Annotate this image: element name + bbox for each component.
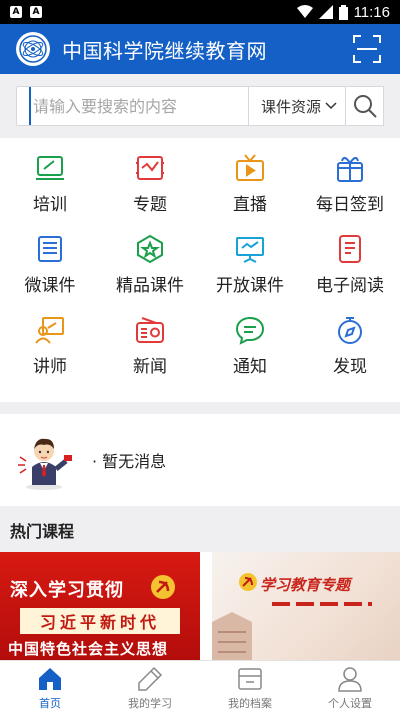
grid-item-lecturer[interactable]: 讲师 bbox=[0, 314, 100, 395]
tab-label: 我的档案 bbox=[228, 696, 272, 710]
course-card-1-line1: 深入学习贯彻 bbox=[10, 580, 124, 601]
course-card-2-title: 学习教育专题 bbox=[260, 576, 351, 594]
home-icon bbox=[39, 667, 61, 690]
grid-item-news[interactable]: 新闻 bbox=[100, 314, 200, 395]
grid-label: 发现 bbox=[333, 357, 367, 377]
grid-item-checkin[interactable]: 每日签到 bbox=[300, 152, 400, 233]
battery-icon bbox=[338, 4, 348, 20]
news-icon bbox=[136, 317, 164, 343]
topic-icon bbox=[136, 156, 164, 180]
tab-label: 我的学习 bbox=[128, 696, 172, 710]
app-bar: 中国科学院继续教育网 bbox=[0, 24, 400, 74]
status-left-icons: A A bbox=[10, 6, 42, 18]
grid-label: 电子阅读 bbox=[316, 276, 384, 296]
grid-label: 精品课件 bbox=[116, 276, 184, 296]
grid-label: 专题 bbox=[133, 195, 167, 215]
user-icon bbox=[338, 666, 362, 692]
lecturer-icon bbox=[35, 317, 64, 344]
search-box: 课件资源 bbox=[16, 86, 346, 126]
search-type-label: 课件资源 bbox=[260, 97, 321, 116]
cas-logo bbox=[16, 32, 50, 66]
grid-item-ereading[interactable]: 电子阅读 bbox=[300, 233, 400, 314]
notice-icon bbox=[235, 316, 265, 345]
grid-label: 培训 bbox=[33, 195, 67, 215]
pen-icon bbox=[138, 666, 163, 691]
grid-item-discover[interactable]: 发现 bbox=[300, 314, 400, 395]
live-icon bbox=[236, 154, 264, 181]
chevron-down-icon bbox=[325, 102, 337, 110]
grid-item-topic[interactable]: 专题 bbox=[100, 152, 200, 233]
grid-label: 讲师 bbox=[33, 357, 67, 377]
course-card-1-line2: 习近平新时代 bbox=[20, 608, 180, 634]
search-area: 课件资源 bbox=[0, 74, 400, 138]
scan-icon bbox=[353, 35, 381, 63]
notification-icon-2: A bbox=[30, 6, 42, 18]
open-course-icon bbox=[236, 237, 264, 263]
hot-courses-list: 深入学习贯彻 习近平新时代 中国特色社会主义思想 学习教育专题 bbox=[0, 552, 400, 660]
scan-button[interactable] bbox=[350, 32, 384, 66]
tab-label: 个人设置 bbox=[328, 696, 372, 710]
notification-icon-1: A bbox=[10, 6, 22, 18]
signal-icon bbox=[318, 5, 333, 19]
grid-label: 直播 bbox=[233, 195, 267, 215]
course-card-2-decoration bbox=[272, 602, 372, 606]
party-emblem-small-icon bbox=[239, 573, 257, 591]
status-bar: A A 11:16 bbox=[0, 0, 400, 24]
course-card-2[interactable]: 学习教育专题 bbox=[212, 552, 400, 660]
grid-label: 开放课件 bbox=[216, 276, 284, 296]
checkin-icon bbox=[337, 157, 363, 182]
discover-icon bbox=[338, 317, 362, 344]
training-icon bbox=[36, 156, 64, 180]
grid-item-open-course[interactable]: 开放课件 bbox=[200, 233, 300, 314]
course-card-1-line3: 中国特色社会主义思想 bbox=[8, 640, 169, 658]
grid-item-live[interactable]: 直播 bbox=[200, 152, 300, 233]
micro-course-icon bbox=[38, 236, 62, 262]
notice-text: · 暂无消息 bbox=[92, 452, 167, 471]
tab-home[interactable]: 首页 bbox=[0, 661, 100, 714]
premium-course-icon bbox=[137, 234, 163, 264]
tab-my-learning[interactable]: 我的学习 bbox=[100, 661, 200, 714]
search-type-dropdown[interactable]: 课件资源 bbox=[247, 87, 345, 125]
app-title: 中国科学院继续教育网 bbox=[62, 38, 267, 63]
grid-item-premium-course[interactable]: 精品课件 bbox=[100, 233, 200, 314]
tab-label: 首页 bbox=[39, 696, 61, 710]
feature-grid: 培训 专题 直播 每日签到 微课件 精品课件 开放课件 电子阅读 讲师 新闻 通… bbox=[0, 138, 400, 402]
grid-label: 通知 bbox=[233, 357, 267, 377]
hot-courses-title: 热门课程 bbox=[0, 508, 400, 552]
search-button[interactable] bbox=[346, 86, 384, 126]
course-card-1[interactable]: 深入学习贯彻 习近平新时代 中国特色社会主义思想 bbox=[0, 552, 200, 660]
notice-bar[interactable]: · 暂无消息 bbox=[0, 414, 400, 506]
ereading-icon bbox=[339, 235, 361, 263]
grid-item-notice[interactable]: 通知 bbox=[200, 314, 300, 395]
grid-item-micro-course[interactable]: 微课件 bbox=[0, 233, 100, 314]
grid-label: 新闻 bbox=[133, 357, 167, 377]
presenter-illustration bbox=[18, 438, 72, 490]
tab-my-archive[interactable]: 我的档案 bbox=[200, 661, 300, 714]
grid-label: 微课件 bbox=[24, 276, 76, 296]
grid-label: 每日签到 bbox=[316, 195, 384, 215]
archive-icon bbox=[238, 667, 262, 690]
bottom-tab-bar: 首页 我的学习 我的档案 个人设置 bbox=[0, 660, 400, 714]
wifi-icon bbox=[296, 5, 313, 18]
clock: 11:16 bbox=[353, 3, 390, 21]
building-illustration bbox=[212, 612, 252, 660]
grid-item-training[interactable]: 培训 bbox=[0, 152, 100, 233]
tab-personal-settings[interactable]: 个人设置 bbox=[300, 661, 400, 714]
search-input[interactable] bbox=[29, 87, 248, 125]
search-icon bbox=[353, 95, 377, 118]
party-emblem-icon bbox=[151, 575, 175, 599]
